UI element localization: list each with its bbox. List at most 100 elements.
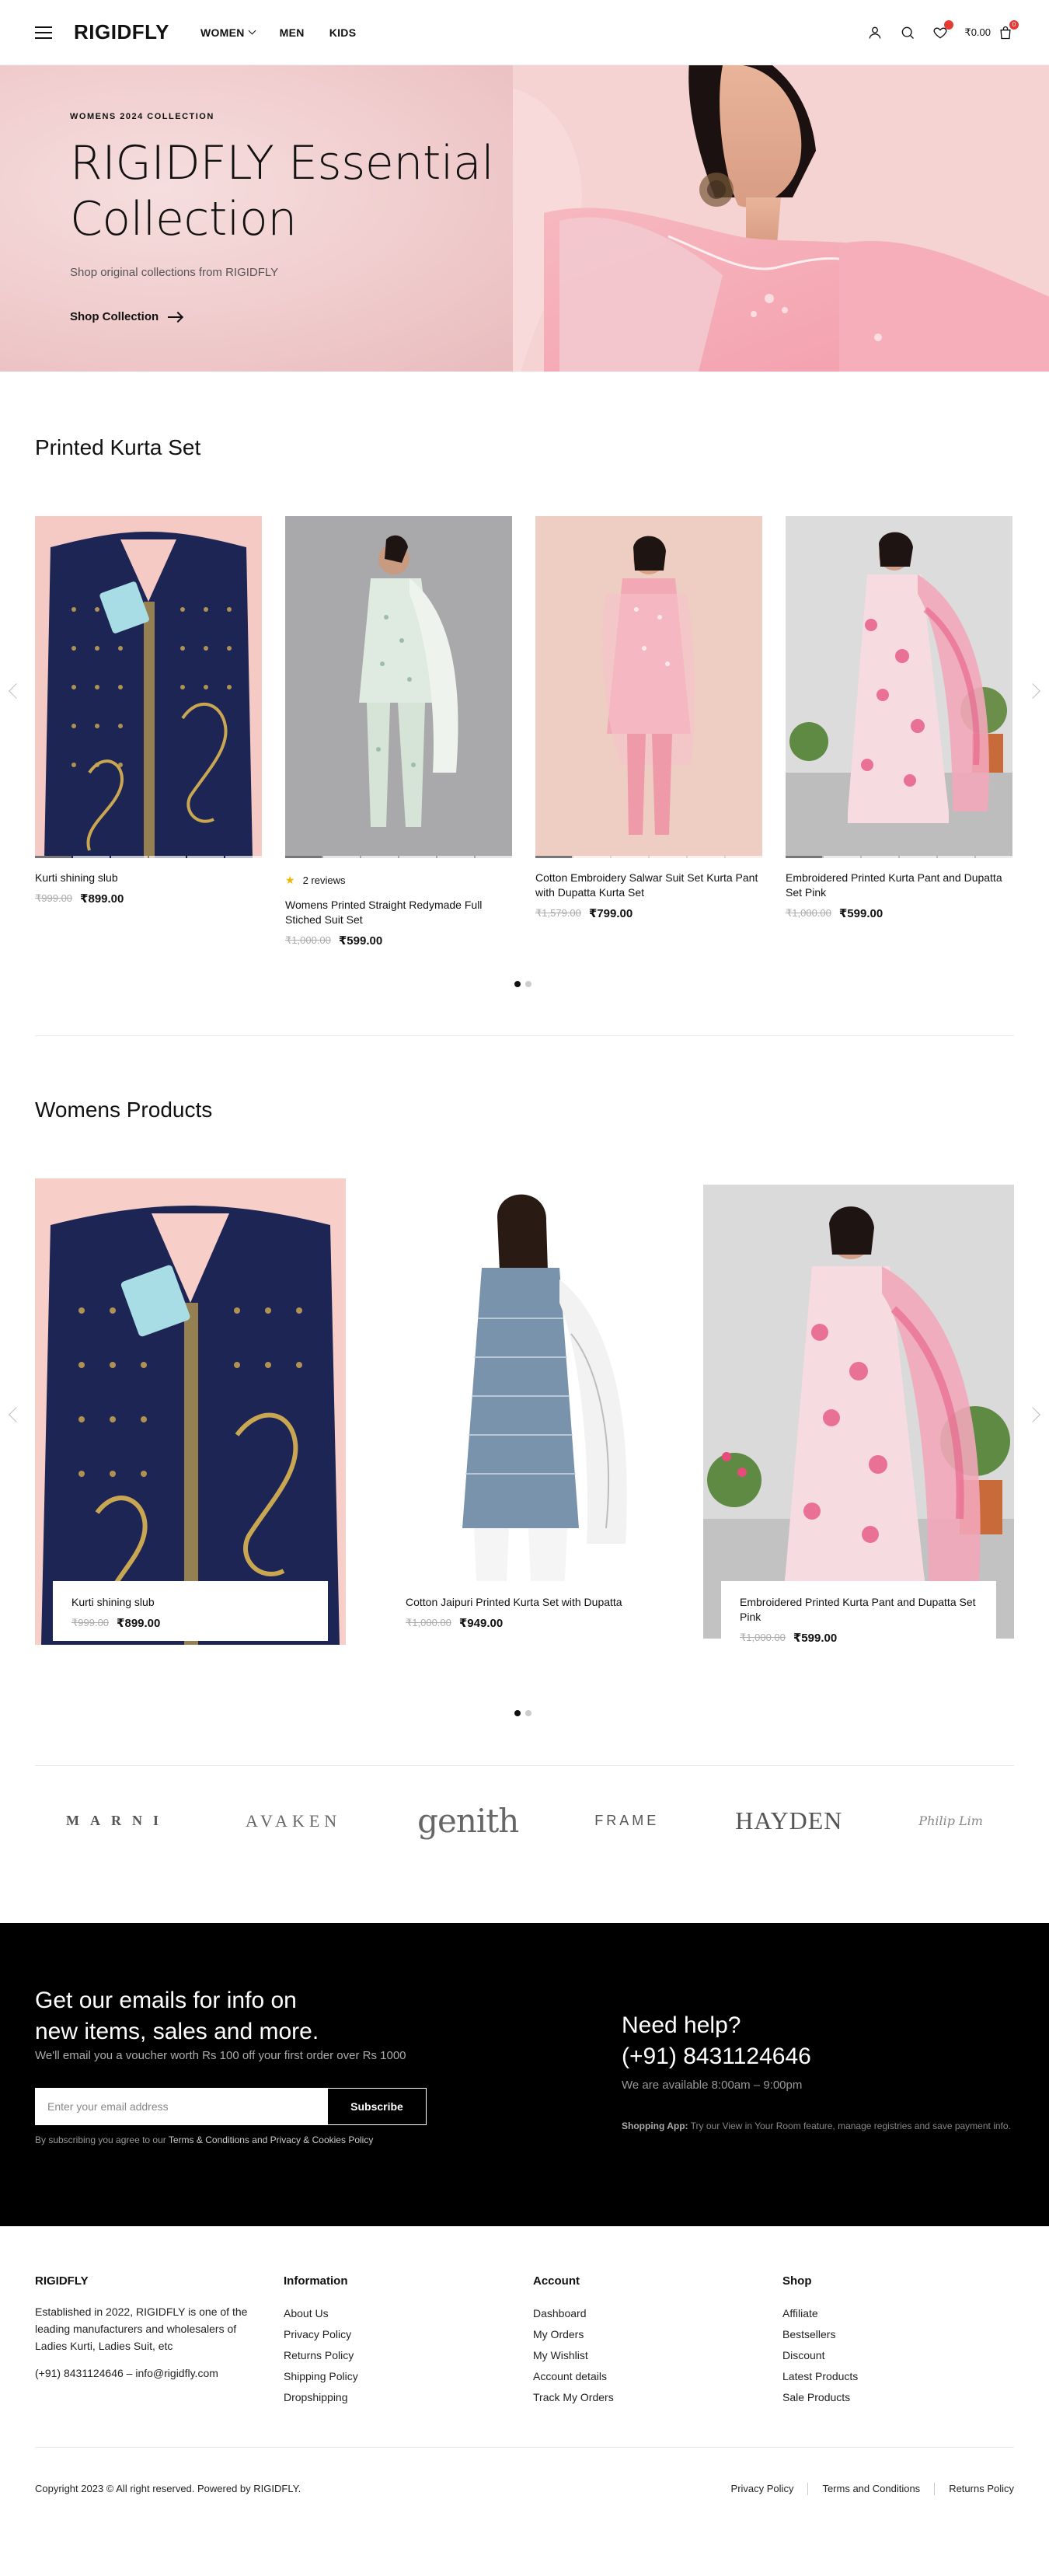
carousel-next-icon[interactable] [1025,683,1040,699]
product-name[interactable]: Kurti shining slub [71,1595,309,1610]
carousel-prev-icon[interactable] [9,1407,24,1422]
product-card[interactable]: Cotton Jaipuri Printed Kurta Set with Du… [369,1178,680,1645]
footer-link-bestsellers[interactable]: Bestsellers [782,2324,858,2345]
newsletter-subtitle: We'll email you a voucher worth Rs 100 o… [35,2049,406,2062]
footer-link-track-orders[interactable]: Track My Orders [533,2387,614,2408]
nav-item-men[interactable]: MEN [280,26,305,39]
sale-price: ₹899.00 [117,1617,161,1630]
search-icon[interactable] [899,24,916,41]
pink-printed-suit-image [786,516,1012,858]
brand-logo-marni[interactable]: MARNI [66,1813,169,1829]
product-card[interactable]: Embroidered Printed Kurta Pant and Dupat… [786,516,1012,920]
sale-price: ₹949.00 [458,1617,504,1630]
legal-link-terms[interactable]: Terms and Conditions [822,2483,920,2495]
product-name[interactable]: Kurti shining slub [35,871,262,885]
footer-link-account-details[interactable]: Account details [533,2366,614,2387]
star-icon: ★ [285,874,295,886]
brand-logo-avaken[interactable]: AVAKEN [246,1811,341,1831]
footer-link-affiliate[interactable]: Affiliate [782,2303,858,2324]
section-divider [35,1765,1014,1766]
product-card[interactable]: Cotton Embroidery Salwar Suit Set Kurta … [535,516,762,920]
nav-item-label: KIDS [329,26,357,39]
sale-price: ₹599.00 [793,1632,838,1645]
page: RIGIDFLY WOMEN MEN KIDS ₹0.00 0 WOMENS 2… [0,0,1049,2576]
carousel-dot[interactable] [514,981,521,987]
footer-link-about-us[interactable]: About Us [284,2303,358,2324]
product-price: ₹1,000.00 ₹599.00 [740,1631,978,1645]
help-phone[interactable]: (+91) 8431124646 [622,2044,811,2069]
old-price: ₹1,000.00 [285,934,331,946]
product-card[interactable]: Kurti shining slub ₹999.00 ₹899.00 [35,516,262,906]
subscribe-button[interactable]: Subscribe [327,2088,427,2125]
carousel-dot[interactable] [525,1710,531,1716]
product-image[interactable] [35,1178,346,1645]
carousel-prev-icon[interactable] [9,683,24,699]
product-image[interactable] [369,1178,680,1645]
footer-link-my-orders[interactable]: My Orders [533,2324,614,2345]
product-name[interactable]: Womens Printed Straight Redymade Full St… [285,898,512,927]
help-hours: We are available 8:00am – 9:00pm [622,2079,803,2092]
footer-link-privacy-policy[interactable]: Privacy Policy [284,2324,358,2345]
footer-divider [35,2447,1014,2448]
blue-jaipuri-kurta-image [369,1178,680,1645]
product-card[interactable]: Kurti shining slub ₹999.00 ₹899.00 [35,1178,346,1645]
product-rating[interactable]: ★ 2 reviews [285,874,512,887]
product-image[interactable] [786,516,1012,858]
product-card[interactable]: ★ 2 reviews Womens Printed Straight Redy… [285,516,512,948]
product-name[interactable]: Cotton Embroidery Salwar Suit Set Kurta … [535,871,762,900]
hamburger-menu-icon[interactable] [35,26,52,39]
cart-total[interactable]: ₹0.00 [964,26,991,39]
product-name[interactable]: Embroidered Printed Kurta Pant and Dupat… [786,871,1012,900]
carousel-dot[interactable] [525,981,531,987]
site-logo[interactable]: RIGIDFLY [74,20,169,44]
nav-item-label: WOMEN [200,26,245,39]
footer-column-title: Shop [782,2274,812,2288]
newsletter-form: Subscribe [35,2088,427,2125]
product-info: Kurti shining slub ₹999.00 ₹899.00 [53,1581,328,1641]
wishlist-heart-icon[interactable] [932,19,954,41]
cart-bag-icon[interactable]: 0 [997,19,1019,41]
footer-column-shop: Shop Affiliate Bestsellers Discount Late… [782,2274,858,2408]
footer-link-latest-products[interactable]: Latest Products [782,2366,858,2387]
nav-item-women[interactable]: WOMEN [200,26,256,39]
terms-link[interactable]: Terms & Conditions and Privacy & Cookies… [169,2134,373,2145]
product-name[interactable]: Cotton Jaipuri Printed Kurta Set with Du… [406,1595,643,1610]
product-image[interactable] [285,516,512,858]
shopping-app-label: Shopping App: [622,2120,688,2131]
footer-link-shipping-policy[interactable]: Shipping Policy [284,2366,358,2387]
footer-link-returns-policy[interactable]: Returns Policy [284,2345,358,2366]
nav-item-kids[interactable]: KIDS [329,26,357,39]
footer-link-dropshipping[interactable]: Dropshipping [284,2387,358,2408]
footer-column-account: Account Dashboard My Orders My Wishlist … [533,2274,614,2408]
shopping-app-text: Try our View in Your Room feature, manag… [690,2120,1011,2131]
footer-link-discount[interactable]: Discount [782,2345,858,2366]
product-name[interactable]: Embroidered Printed Kurta Pant and Dupat… [740,1595,978,1625]
carousel-next-icon[interactable] [1025,1407,1040,1422]
footer-link-my-wishlist[interactable]: My Wishlist [533,2345,614,2366]
old-price: ₹1,000.00 [786,907,831,919]
footer-about: RIGIDFLY Established in 2022, RIGIDFLY i… [35,2274,268,2379]
footer-link-sale-products[interactable]: Sale Products [782,2387,858,2408]
hero-eyebrow: WOMENS 2024 COLLECTION [70,112,214,121]
brand-logo-hayden[interactable]: HAYDEN [735,1806,842,1835]
product-image[interactable] [535,516,762,858]
account-icon[interactable] [866,24,883,41]
pink-salwar-image [535,516,762,858]
carousel-dot[interactable] [514,1710,521,1716]
legal-link-privacy[interactable]: Privacy Policy [731,2483,794,2495]
product-card[interactable]: Embroidered Printed Kurta Pant and Dupat… [703,1185,1014,1656]
brand-logo-genith[interactable]: genith [417,1802,519,1840]
product-image[interactable] [703,1185,1014,1639]
product-image[interactable] [35,516,262,858]
footer-link-dashboard[interactable]: Dashboard [533,2303,614,2324]
newsletter-title: Get our emails for info on new items, sa… [35,1985,439,2047]
navy-kurti-image [35,1178,346,1645]
help-title: Need help? (+91) 8431124646 [622,2010,811,2072]
brand-logo-philip-lim[interactable]: Philip Lim [918,1813,983,1828]
email-field[interactable] [35,2088,327,2125]
shop-collection-link[interactable]: Shop Collection [70,310,505,323]
site-footer: RIGIDFLY Established in 2022, RIGIDFLY i… [0,2226,1049,2576]
legal-link-returns[interactable]: Returns Policy [949,2483,1014,2495]
footer-contact[interactable]: (+91) 8431124646 – info@rigidfly.com [35,2367,268,2379]
brand-logo-frame[interactable]: FRAME [594,1813,659,1829]
